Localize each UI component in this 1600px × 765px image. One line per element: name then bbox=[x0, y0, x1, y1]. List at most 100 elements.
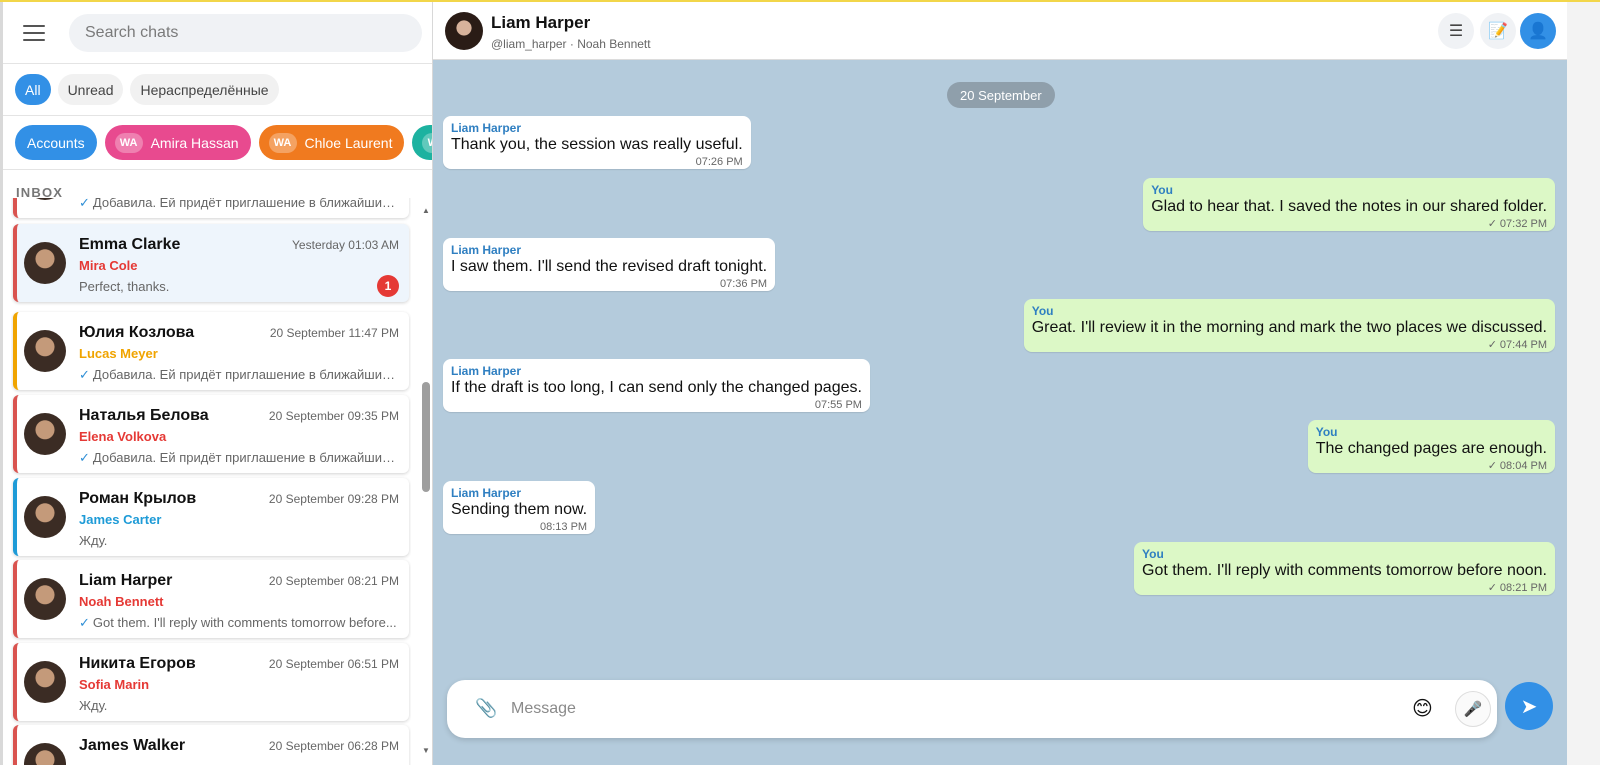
incoming-message[interactable]: Liam Harper I saw them. I'll send the rev… bbox=[443, 238, 776, 291]
message-text: Glad to hear that. I saved the notes in … bbox=[1151, 198, 1547, 215]
outgoing-message[interactable]: You Glad to hear that. I saved the notes … bbox=[1143, 178, 1555, 231]
emoji-icon[interactable]: 😊 bbox=[1412, 696, 1433, 721]
message-sender: Liam Harper bbox=[451, 121, 522, 135]
sent-check-icon: ✓ bbox=[79, 615, 90, 630]
account-chip-amira-hassan[interactable]: WA Amira Hassan bbox=[104, 125, 251, 160]
message-text: Great. I'll review it in the morning and… bbox=[1031, 319, 1547, 336]
send-icon[interactable]: ➤ bbox=[1505, 682, 1553, 730]
delivered-check-icon: ✓ bbox=[1487, 339, 1497, 351]
chat-list-item[interactable]: ✓ Добавила. Ей придёт приглашение в ближа… bbox=[13, 198, 409, 218]
incoming-message[interactable]: Liam Harper Thank you, the session was re… bbox=[443, 116, 751, 169]
message-time-text: 07:44 PM bbox=[1499, 339, 1547, 351]
avatar bbox=[24, 661, 66, 703]
chat-name: Юлия Козлова bbox=[79, 324, 195, 341]
notes-icon[interactable]: 📝 bbox=[1480, 13, 1516, 49]
chat-preview: Perfect, thanks. bbox=[79, 279, 399, 294]
sent-check-icon: ✓ bbox=[79, 367, 90, 382]
chat-time: 20 September 11:47 PM bbox=[269, 326, 399, 340]
message-sender: Liam Harper bbox=[451, 243, 522, 257]
message-area: 20 September Liam Harper Thank you, the s… bbox=[433, 60, 1567, 680]
avatar bbox=[24, 743, 66, 765]
list-icon[interactable]: ☰ bbox=[1438, 13, 1474, 49]
search-input[interactable] bbox=[69, 13, 422, 52]
conversation-panel: Liam Harper @liam_harper · Noah Bennett … bbox=[433, 2, 1567, 765]
scroll-down-arrow-icon[interactable]: ▼ bbox=[422, 746, 430, 755]
chat-preview-text: Got them. I'll reply with comments tomor… bbox=[92, 615, 397, 630]
avatar bbox=[24, 330, 66, 372]
message-sender: You bbox=[1142, 547, 1164, 561]
message-composer: 📎 😊 🎤 bbox=[447, 680, 1497, 738]
message-time: ✓ 08:21 PM bbox=[1142, 581, 1547, 595]
message-time: ✓ 08:04 PM bbox=[1316, 459, 1547, 473]
chat-list[interactable]: ✓ Добавила. Ей придёт приглашение в ближа… bbox=[11, 198, 411, 765]
chat-list-item[interactable]: Emma Clarke Yesterday 01:03 AM Mira Cole Pe… bbox=[13, 224, 409, 302]
message-time-text: 07:36 PM bbox=[720, 278, 768, 290]
chat-time: 20 September 09:28 PM bbox=[268, 492, 399, 506]
filter-all[interactable]: All bbox=[15, 74, 51, 105]
microphone-icon[interactable]: 🎤 bbox=[1455, 691, 1491, 727]
avatar bbox=[24, 578, 66, 620]
chat-name: Liam Harper bbox=[79, 572, 173, 589]
delivered-check-icon: ✓ bbox=[1487, 460, 1497, 472]
accounts-bar: Accounts WA Amira Hassan WA Chloe Lauren… bbox=[3, 116, 432, 170]
avatar bbox=[24, 242, 66, 284]
chat-list-item[interactable]: Никита Егоров 20 September 06:51 PM Sofia … bbox=[13, 643, 409, 721]
chat-time: 20 September 09:35 PM bbox=[268, 409, 399, 423]
filter-tabs: All Unread Нераспределённые bbox=[3, 64, 432, 116]
message-sender: Liam Harper bbox=[451, 486, 522, 500]
paperclip-icon[interactable]: 📎 bbox=[475, 698, 497, 719]
chat-time: 20 September 06:28 PM bbox=[268, 739, 399, 753]
chat-list-item[interactable]: Наталья Белова 20 September 09:35 PM Elena… bbox=[13, 395, 409, 473]
avatar bbox=[24, 413, 66, 455]
chat-preview: ✓ Got them. I'll reply with comments tomo… bbox=[79, 615, 399, 631]
chat-preview: ✓ Добавила. Ей придёт приглашение в ближа… bbox=[79, 450, 399, 466]
message-time: 07:26 PM bbox=[451, 155, 743, 169]
message-time: 07:55 PM bbox=[451, 398, 862, 412]
scroll-up-arrow-icon[interactable]: ▲ bbox=[422, 206, 430, 215]
assigned-agent: Sofia Marin bbox=[79, 677, 150, 692]
account-chip-chloe-laurent[interactable]: WA Chloe Laurent bbox=[258, 125, 405, 160]
outgoing-message[interactable]: You The changed pages are enough. ✓ 08:04 P… bbox=[1307, 420, 1555, 473]
message-time: 08:13 PM bbox=[451, 520, 587, 534]
message-input[interactable] bbox=[511, 692, 1391, 726]
scrollbar-thumb[interactable] bbox=[422, 382, 430, 492]
chat-preview: ✓ Добавила. Ей придёт приглашение в ближа… bbox=[79, 367, 399, 383]
message-text: Sending them now. bbox=[451, 501, 588, 518]
incoming-message[interactable]: Liam Harper If the draft is too long, I c… bbox=[443, 359, 870, 412]
message-time-text: 08:04 PM bbox=[1499, 460, 1547, 472]
hamburger-menu-icon[interactable] bbox=[23, 16, 57, 50]
chat-name: Наталья Белова bbox=[79, 407, 209, 424]
account-chip-partial[interactable]: WA bbox=[412, 125, 432, 160]
outgoing-message[interactable]: You Got them. I'll reply with comments to… bbox=[1134, 542, 1555, 595]
filter-unassigned[interactable]: Нераспределённые bbox=[130, 74, 279, 105]
chat-list-scrollbar[interactable]: ▲ ▼ bbox=[421, 200, 431, 755]
chat-preview-text: Добавила. Ей придёт приглашение в ближай… bbox=[92, 367, 399, 382]
outgoing-message[interactable]: You Great. I'll review it in the morning … bbox=[1023, 299, 1555, 352]
message-time-text: 07:55 PM bbox=[814, 399, 862, 411]
filter-unread[interactable]: Unread bbox=[57, 74, 124, 105]
sent-check-icon: ✓ bbox=[79, 450, 90, 465]
message-time-text: 07:26 PM bbox=[695, 156, 743, 168]
assigned-agent: Noah Bennett bbox=[79, 594, 164, 609]
accounts-button[interactable]: Accounts bbox=[15, 125, 97, 160]
chat-list-item[interactable]: Юлия Козлова 20 September 11:47 PM Lucas M… bbox=[13, 312, 409, 390]
whatsapp-badge: WA bbox=[268, 132, 297, 153]
message-text: I saw them. I'll send the revised draft … bbox=[451, 258, 768, 275]
chat-name: James Walker bbox=[79, 737, 186, 754]
message-sender: You bbox=[1031, 304, 1054, 318]
chat-list-item[interactable]: Роман Крылов 20 September 09:28 PM James C… bbox=[13, 478, 409, 556]
delivered-check-icon: ✓ bbox=[1487, 218, 1497, 230]
chat-preview-text: Добавила. Ей придёт приглашение в ближай… bbox=[92, 450, 399, 465]
whatsapp-badge: WA bbox=[114, 132, 143, 153]
profile-icon[interactable]: 👤 bbox=[1520, 13, 1556, 49]
chat-name: Emma Clarke bbox=[79, 236, 181, 253]
sidebar-topbar bbox=[3, 2, 432, 64]
incoming-message[interactable]: Liam Harper Sending them now. 08:13 PM bbox=[443, 481, 596, 534]
chat-list-item[interactable]: Liam Harper 20 September 08:21 PM Noah Ben… bbox=[13, 560, 409, 638]
whatsapp-badge: WA bbox=[422, 132, 432, 153]
composer-bar: 📎 😊 🎤 ➤ bbox=[433, 670, 1567, 765]
sent-check-icon: ✓ bbox=[79, 198, 90, 210]
contact-avatar[interactable] bbox=[445, 12, 483, 50]
chat-preview: Жду. bbox=[79, 533, 399, 548]
chat-list-item[interactable]: James Walker 20 September 06:28 PM bbox=[13, 725, 409, 765]
